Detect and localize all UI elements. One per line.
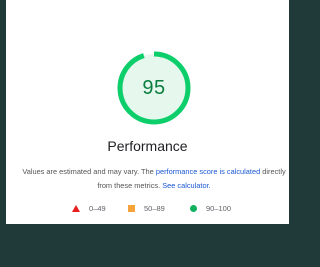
- performance-score: 95: [142, 77, 166, 99]
- circle-icon: [190, 204, 197, 212]
- square-icon: [128, 204, 135, 212]
- legend-item-pass: 90–100: [190, 202, 231, 214]
- score-calculated-link[interactable]: performance score is calculated: [156, 167, 260, 176]
- category-title: Performance: [107, 138, 188, 154]
- legend-item-average: 50–89: [128, 202, 165, 214]
- legend-item-fail: 0–49: [72, 202, 106, 214]
- triangle-icon: [72, 204, 80, 212]
- see-calculator-link[interactable]: See calculator.: [162, 181, 210, 190]
- performance-card: 95 Performance Values are estimated and …: [6, 0, 289, 224]
- legend-label-pass: 90–100: [206, 203, 232, 213]
- legend-label-fail: 0–49: [89, 203, 106, 213]
- performance-gauge: 95: [116, 50, 192, 126]
- legend-label-average: 50–89: [144, 203, 165, 213]
- score-legend: 0–49 50–89 90–100: [6, 202, 289, 214]
- score-description: Values are estimated and may vary. The p…: [22, 165, 286, 193]
- description-text-before: Values are estimated and may vary. The: [22, 167, 156, 176]
